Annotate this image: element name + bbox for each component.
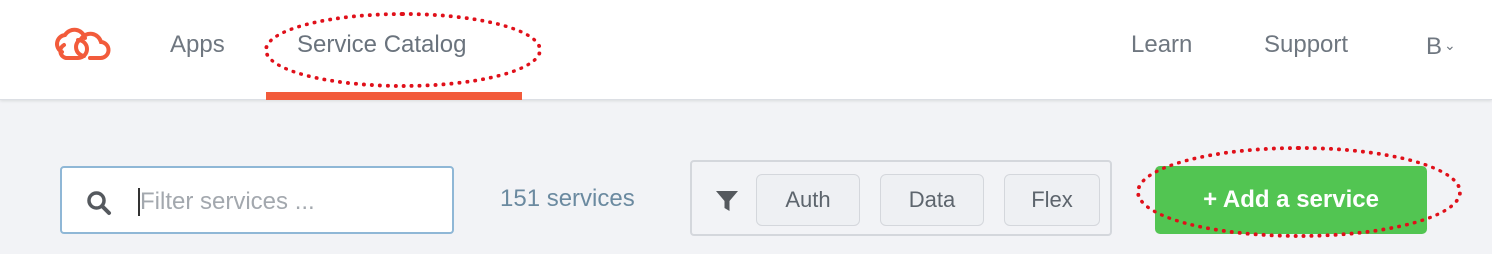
top-navigation-bar: Apps Service Catalog Learn Support B ⌄ (0, 0, 1492, 100)
service-count: 151 services (500, 185, 635, 212)
active-tab-indicator (266, 92, 522, 100)
chevron-down-icon: ⌄ (1444, 37, 1456, 53)
funnel-icon[interactable] (714, 188, 740, 214)
user-menu[interactable]: B ⌄ (1426, 28, 1456, 64)
filter-chip-auth[interactable]: Auth (756, 174, 860, 226)
filter-chip-flex[interactable]: Flex (1004, 174, 1100, 226)
search-input[interactable] (140, 182, 440, 222)
nav-apps-link[interactable]: Apps (170, 28, 225, 62)
nav-support-link[interactable]: Support (1264, 28, 1348, 62)
nav-learn-link[interactable]: Learn (1131, 28, 1192, 62)
nav-service-catalog-link[interactable]: Service Catalog (297, 28, 466, 62)
user-initial: B (1426, 33, 1443, 60)
filter-services-search-box[interactable] (60, 166, 454, 234)
category-filter-group: Auth Data Flex (690, 160, 1112, 236)
filter-chip-data[interactable]: Data (880, 174, 984, 226)
linked-clouds-logo-icon[interactable] (52, 26, 112, 66)
search-icon (87, 191, 111, 215)
add-service-button[interactable]: + Add a service (1155, 166, 1427, 234)
